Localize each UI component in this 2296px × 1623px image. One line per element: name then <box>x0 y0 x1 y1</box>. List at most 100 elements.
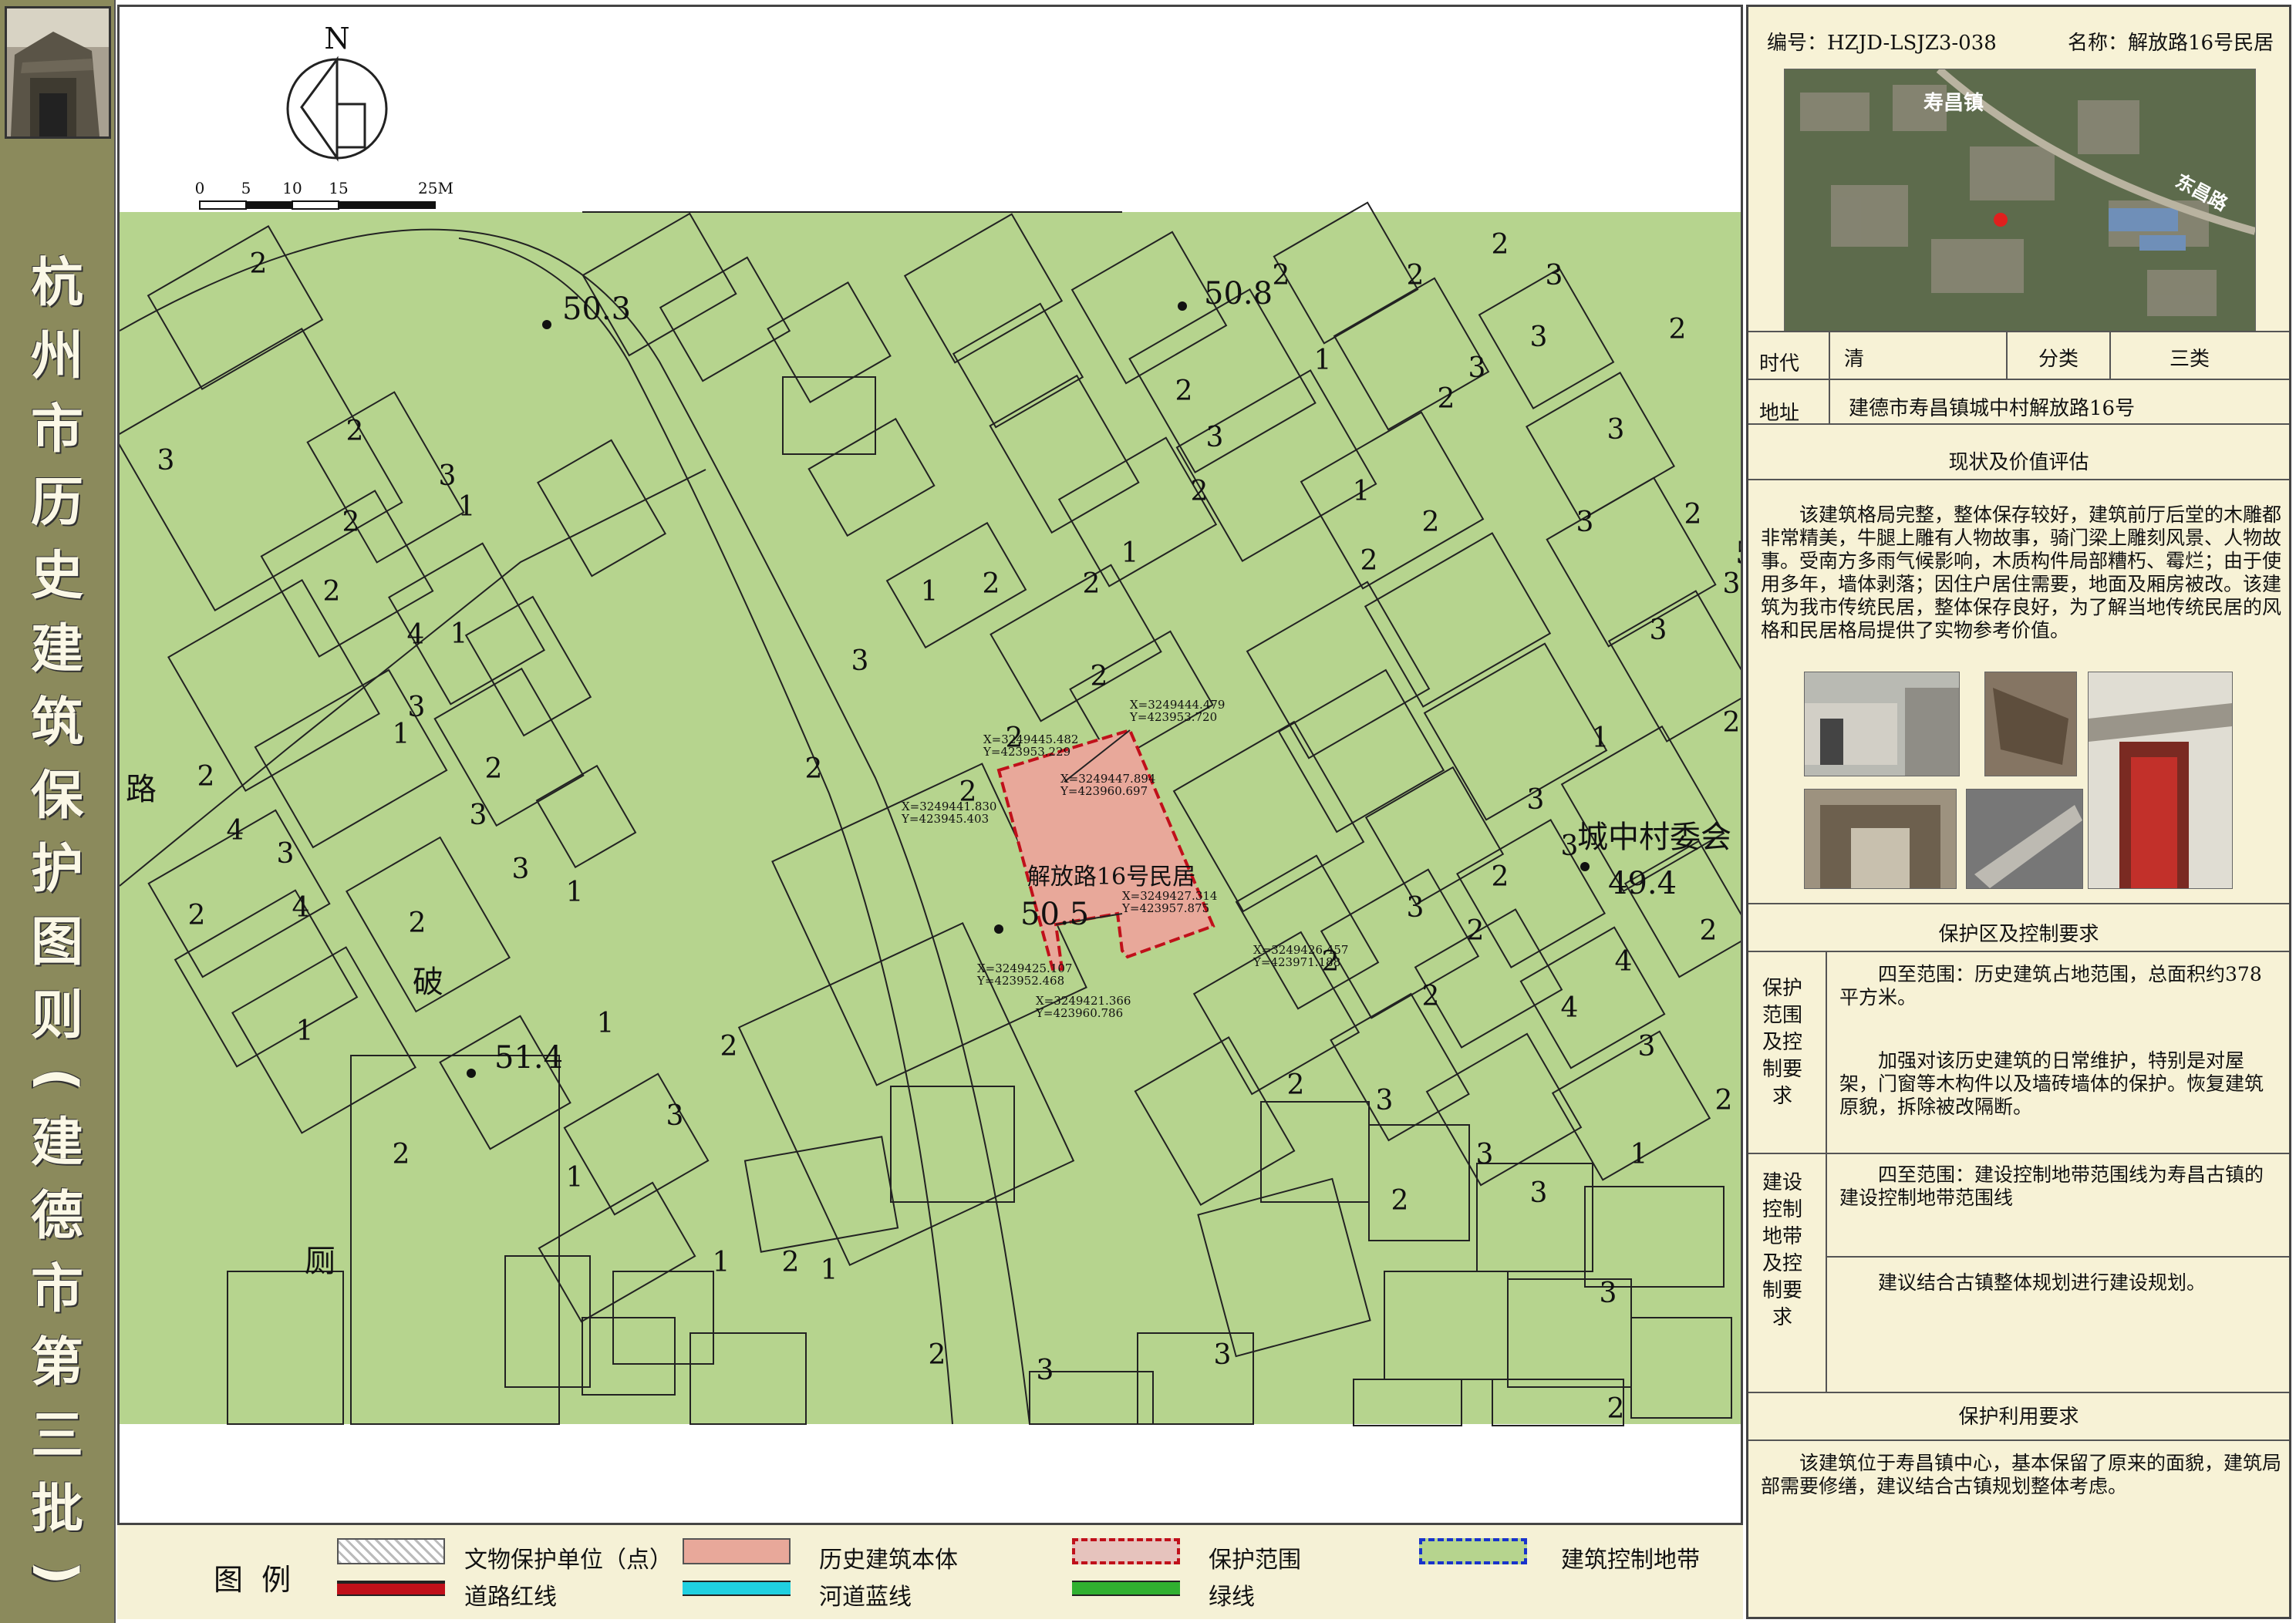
floor-count-label: 1 <box>597 1008 615 1039</box>
floor-count-label: 3 <box>1407 892 1424 924</box>
floor-count-label: 2 <box>1684 499 1702 530</box>
toilet-label: 厕 <box>305 1244 335 1279</box>
floor-count-label: 2 <box>485 753 503 785</box>
coordinate-y-label: Y=423960.697 <box>1060 784 1148 798</box>
vertical-title: 杭州市历史建筑保护图则(建德市第三批) <box>11 247 103 1600</box>
photo-doorway <box>2088 672 2233 889</box>
floor-count-label: 3 <box>666 1100 684 1132</box>
floor-count-label: 2 <box>1467 915 1485 947</box>
floor-count-label: 1 <box>566 877 584 908</box>
construct-text-1: 四至范围：建设控制地带范围线为寿昌古镇的建设控制地带范围线 <box>1839 1163 2264 1209</box>
elevation-label: 50.5 <box>1020 897 1089 932</box>
floor-count-label: 2 <box>409 907 426 939</box>
floor-count-label: 2 <box>1422 981 1440 1012</box>
map-legend: 图 例 文物保护单位（点） 历史建筑本体 保护范围 建筑控制地带 道路红线 河道… <box>117 1523 1743 1619</box>
village-committee-label: 城中村委会 <box>1577 820 1731 855</box>
title-char: 筑 <box>30 692 83 753</box>
floor-count-label: 3 <box>512 854 530 885</box>
elevation-label: 50.3 <box>562 291 631 327</box>
scale-bar <box>199 200 436 210</box>
floor-count-label: 3 <box>1723 568 1741 600</box>
protect-text-1: 四至范围：历史建筑占地范围，总面积约378平方米。 <box>1839 963 2262 1008</box>
floor-count-label: 4 <box>292 892 310 924</box>
title-char: 德 <box>30 1186 83 1247</box>
legend-swatch-control <box>1419 1538 1527 1564</box>
legend-label-protect: 保护范围 <box>1209 1547 1301 1574</box>
floor-count-label: 3 <box>1376 1085 1394 1116</box>
floor-count-label: 1 <box>1353 476 1371 507</box>
elevation-point <box>1178 301 1187 311</box>
floor-count-label: 2 <box>250 248 268 280</box>
code-label: 编号：HZJD-LSJZ3-038 <box>1767 32 1997 55</box>
coordinate-y-label: Y=423952.468 <box>976 974 1064 988</box>
floor-count-label: 2 <box>1700 915 1718 947</box>
title-char: 市 <box>30 399 83 460</box>
photo-street <box>1804 672 1960 776</box>
floor-count-label: 3 <box>1546 260 1563 291</box>
title-char: ) <box>27 1561 88 1585</box>
photo-bracket <box>1984 672 2077 776</box>
floor-count-label: 2 <box>346 416 364 447</box>
floor-count-label: 2 <box>1492 229 1509 261</box>
legend-label-heritage: 历史建筑本体 <box>819 1547 958 1574</box>
floor-count-label: 2 <box>1175 375 1193 407</box>
elevation-label: 50.8 <box>1204 276 1273 311</box>
floor-count-label: 3 <box>1607 414 1625 446</box>
floor-count-label: 3 <box>1527 784 1545 816</box>
aerial-town-label: 寿昌镇 <box>1923 92 1984 115</box>
floor-count-label: 2 <box>1287 1069 1305 1101</box>
floor-count-label: 2 <box>720 1031 738 1062</box>
north-label: N <box>324 22 349 56</box>
floor-count-label: 3 <box>1530 1177 1548 1209</box>
floor-count-label: 2 <box>188 900 206 931</box>
floor-count-label: 2 <box>1669 314 1687 345</box>
floor-count-label: 3 <box>439 460 457 492</box>
legend-label-control: 建筑控制地带 <box>1561 1547 1700 1574</box>
legend-swatch-river <box>683 1581 791 1596</box>
floor-count-label: 3 <box>1600 1278 1617 1309</box>
floor-count-label: 2 <box>323 576 341 608</box>
category-key: 分类 <box>2038 348 2079 371</box>
use-title: 保护利用要求 <box>1958 1406 2079 1429</box>
floor-count-label: 2 <box>393 1139 410 1170</box>
floor-count-label: 3 <box>1214 1339 1232 1371</box>
assessment-text: 该建筑格局完整，整体保存较好，建筑前厅后堂的木雕都非常精美，牛腿上雕有人物故事，… <box>1761 503 2282 641</box>
coordinate-y-label: Y=423953.229 <box>983 745 1070 759</box>
category-value: 三类 <box>2170 348 2210 371</box>
floor-count-label: 2 <box>1391 1185 1409 1217</box>
floor-count-label: 3 <box>470 800 487 831</box>
floor-count-label: 1 <box>458 491 476 523</box>
floor-count-label: 2 <box>1438 383 1455 415</box>
floor-count-label: 3 <box>1530 322 1548 353</box>
protect-key: 保护范围及控制要求 <box>1762 977 1802 1108</box>
floor-count-label: 1 <box>393 719 410 750</box>
floor-count-label: 1 <box>450 618 468 650</box>
title-char: 三 <box>30 1406 83 1466</box>
floor-count-label: 3 <box>1650 615 1667 646</box>
floor-count-label: 2 <box>782 1247 800 1278</box>
floor-count-label: 3 <box>1561 830 1579 862</box>
floor-count-label: 1 <box>1314 345 1332 376</box>
legend-swatch-protect <box>1072 1538 1180 1564</box>
road-name-label: 路 <box>126 772 157 807</box>
control-title: 保护区及控制要求 <box>1938 923 2099 946</box>
title-char: 护 <box>30 839 83 900</box>
legend-swatch-relic <box>337 1538 445 1564</box>
floor-count-label: 1 <box>1121 537 1139 569</box>
floor-count-label: 3 <box>1476 1139 1494 1170</box>
info-panel: 编号：HZJD-LSJZ3-038 名称：解放路16号民居 寿昌镇 东昌路 时代… <box>1746 5 2291 1619</box>
floor-count-label: 2 <box>805 753 823 785</box>
floor-count-label: 3 <box>1638 1031 1656 1062</box>
title-char: 史 <box>30 546 83 607</box>
scale-tick-label: 15 <box>329 179 348 197</box>
ruin-label: 破 <box>413 965 443 1000</box>
address-key: 地址 <box>1759 402 1800 425</box>
floor-count-label: 3 <box>1576 507 1594 538</box>
photo-hall <box>1804 789 1957 889</box>
name-label: 名称：解放路16号民居 <box>2068 32 2274 55</box>
legend-label-river: 河道蓝线 <box>819 1584 912 1611</box>
floor-count-label: 2 <box>1083 568 1101 600</box>
coordinate-y-label: Y=423953.720 <box>1129 710 1217 724</box>
title-char: 历 <box>30 473 83 534</box>
photo-stair <box>1966 789 2083 889</box>
